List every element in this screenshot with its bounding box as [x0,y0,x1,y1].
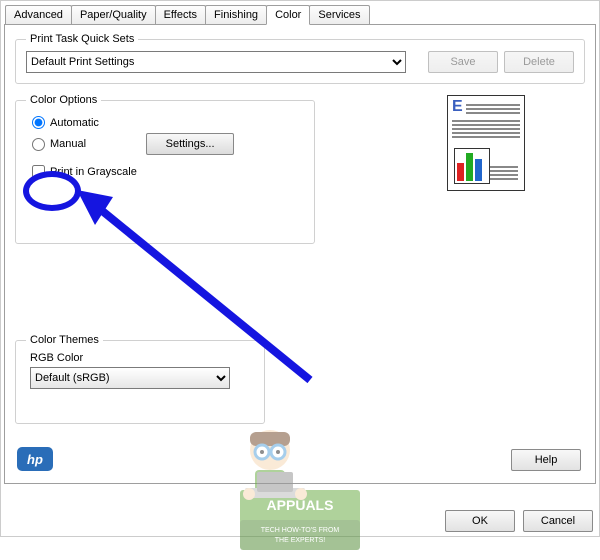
tab-strip: Advanced Paper/Quality Effects Finishing… [1,1,599,24]
quicksets-group: Print Task Quick Sets Default Print Sett… [15,33,585,84]
cancel-button[interactable]: Cancel [523,510,593,532]
tab-advanced[interactable]: Advanced [5,5,72,25]
quicksets-legend: Print Task Quick Sets [26,33,138,45]
settings-button[interactable]: Settings... [146,133,234,155]
save-button[interactable]: Save [428,51,498,73]
svg-text:TECH HOW-TO'S FROM: TECH HOW-TO'S FROM [261,527,340,534]
appuals-watermark-icon: APPUALS TECH HOW-TO'S FROM THE EXPERTS! [215,410,395,560]
tab-panel-color: Print Task Quick Sets Default Print Sett… [4,24,596,484]
page-preview-icon: E [447,95,525,191]
tab-color[interactable]: Color [266,5,310,25]
tab-effects[interactable]: Effects [155,5,206,25]
help-button[interactable]: Help [511,449,581,471]
rgb-theme-select[interactable]: Default (sRGB) [30,367,230,389]
manual-radio[interactable] [32,138,45,151]
automatic-label: Automatic [50,117,99,129]
tab-finishing[interactable]: Finishing [205,5,267,25]
manual-label: Manual [50,138,86,150]
color-themes-group: Color Themes RGB Color Default (sRGB) [15,334,265,424]
grayscale-label: Print in Grayscale [50,166,137,178]
dialog-buttons: OK Cancel [445,510,593,532]
tab-services[interactable]: Services [309,5,369,25]
hp-logo-icon: hp [17,447,53,471]
tab-paper-quality[interactable]: Paper/Quality [71,5,156,25]
automatic-radio[interactable] [32,116,45,129]
svg-text:APPUALS: APPUALS [267,497,334,513]
ok-button[interactable]: OK [445,510,515,532]
color-options-group: Color Options Automatic Manual Settings.… [15,94,315,244]
rgb-color-label: RGB Color [30,352,254,364]
grayscale-checkbox[interactable] [32,165,45,178]
color-options-legend: Color Options [26,94,101,106]
color-themes-legend: Color Themes [26,334,103,346]
delete-button[interactable]: Delete [504,51,574,73]
quicksets-select[interactable]: Default Print Settings [26,51,406,73]
svg-text:THE EXPERTS!: THE EXPERTS! [275,537,325,544]
